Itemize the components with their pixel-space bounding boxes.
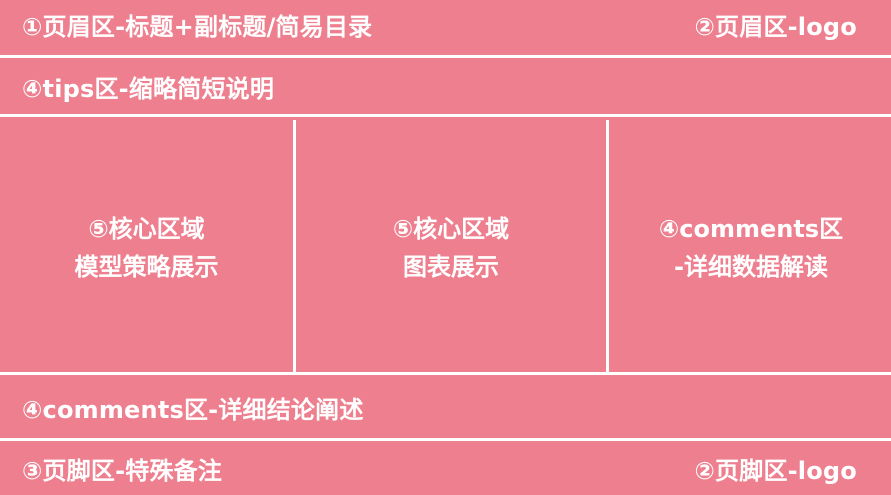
header-logo-label: ②页眉区-logo xyxy=(694,13,857,41)
tips-label: ④tips区-缩略简短说明 xyxy=(22,75,275,103)
layout-diagram: ①页眉区-标题+副标题/简易目录 ②页眉区-logo ④tips区-缩略简短说明… xyxy=(0,0,891,495)
core-cell-subtitle: -详细数据解读 xyxy=(674,252,828,281)
footer-note-label: ③页脚区-特殊备注 xyxy=(22,457,223,485)
core-zone: ⑤核心区域 模型策略展示 ⑤核心区域 图表展示 ④comments区 -详细数据… xyxy=(0,120,891,375)
core-cell-comments: ④comments区 -详细数据解读 xyxy=(609,120,891,375)
comments-label: ④comments区-详细结论阐述 xyxy=(22,396,364,424)
core-cell-title: ④comments区 xyxy=(658,214,844,243)
tips-zone: ④tips区-缩略简短说明 xyxy=(0,61,891,117)
core-cell-subtitle: 图表展示 xyxy=(403,252,499,281)
core-cell-model-strategy: ⑤核心区域 模型策略展示 xyxy=(0,120,296,375)
core-cell-subtitle: 模型策略展示 xyxy=(74,252,219,281)
footer-zone: ③页脚区-特殊备注 ②页脚区-logo xyxy=(0,444,891,495)
core-cell-chart-display: ⑤核心区域 图表展示 xyxy=(296,120,609,375)
footer-logo-label: ②页脚区-logo xyxy=(694,457,857,485)
comments-zone: ④comments区-详细结论阐述 xyxy=(0,378,891,441)
header-title-label: ①页眉区-标题+副标题/简易目录 xyxy=(22,13,373,41)
core-cell-title: ⑤核心区域 xyxy=(88,214,205,243)
core-cell-title: ⑤核心区域 xyxy=(392,214,510,243)
header-zone: ①页眉区-标题+副标题/简易目录 ②页眉区-logo xyxy=(0,0,891,58)
